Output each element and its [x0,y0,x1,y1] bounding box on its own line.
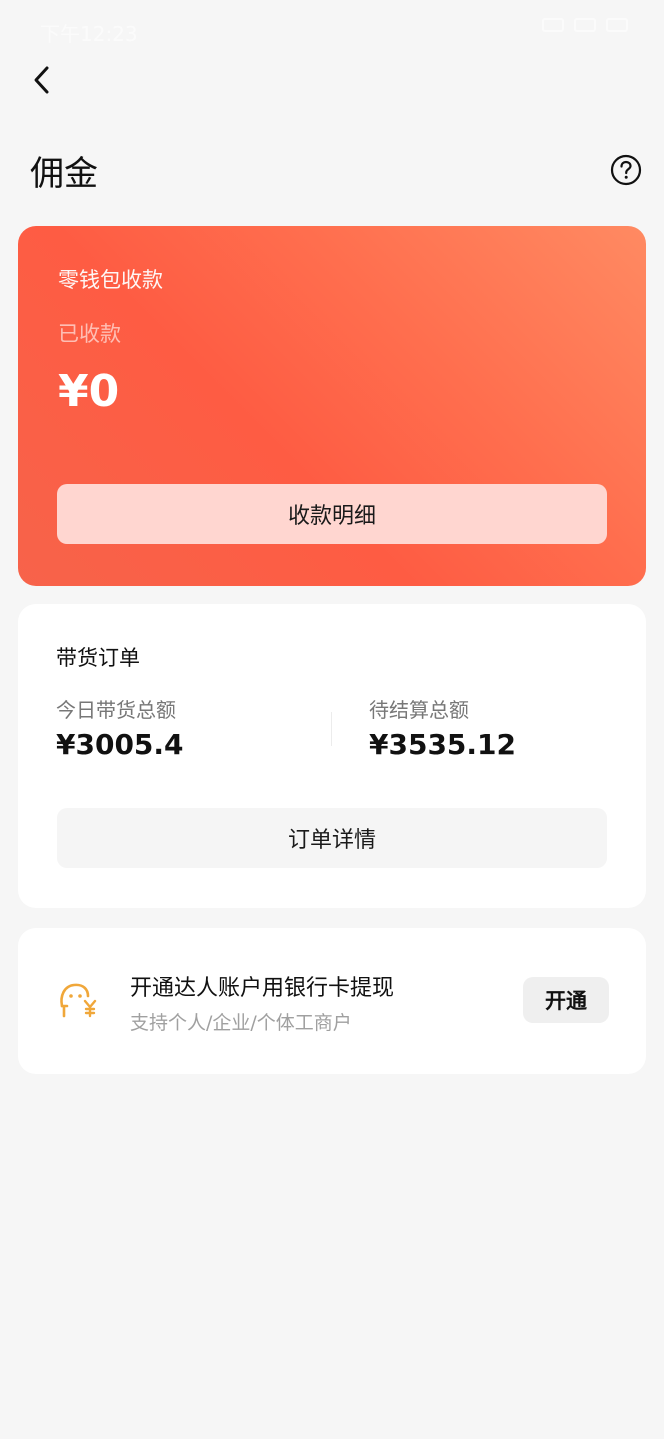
bank-withdraw-subtitle: 支持个人/企业/个体工商户 [130,1012,352,1034]
received-amount: ¥0 [58,366,120,417]
today-sales-value: ¥3005.4 [56,728,184,761]
order-detail-button[interactable]: 订单详情 [57,808,607,868]
received-label: 已收款 [58,322,121,346]
signal-icon [574,18,596,32]
wallet-card: 零钱包收款 已收款 ¥0 收款明细 [18,226,646,586]
bank-withdraw-title: 开通达人账户用银行卡提现 [130,976,395,1001]
pending-settlement-label: 待结算总额 [369,698,469,722]
wifi-icon [542,18,564,32]
open-account-button[interactable]: 开通 [523,977,609,1023]
question-circle-icon [610,154,642,186]
status-icons [542,18,628,32]
pending-settlement-value: ¥3535.12 [369,728,517,761]
receipt-detail-button[interactable]: 收款明细 [57,484,607,544]
wallet-label: 零钱包收款 [58,268,163,292]
chevron-left-icon [34,66,49,94]
wallet-yen-icon [60,983,97,1018]
status-bar: 下午12:23 [0,0,664,60]
status-time: 下午12:23 [40,22,138,46]
orders-card: 带货订单 今日带货总额 ¥3005.4 待结算总额 ¥3535.12 订单详情 [18,604,646,908]
back-button[interactable] [20,58,64,102]
bank-withdraw-card: 开通达人账户用银行卡提现 支持个人/企业/个体工商户 开通 [18,928,646,1074]
battery-icon [606,18,628,32]
orders-title: 带货订单 [56,646,140,670]
stat-divider [331,712,332,746]
help-button[interactable] [610,154,642,186]
today-sales-label: 今日带货总额 [56,698,176,722]
page-title: 佣金 [30,154,98,194]
